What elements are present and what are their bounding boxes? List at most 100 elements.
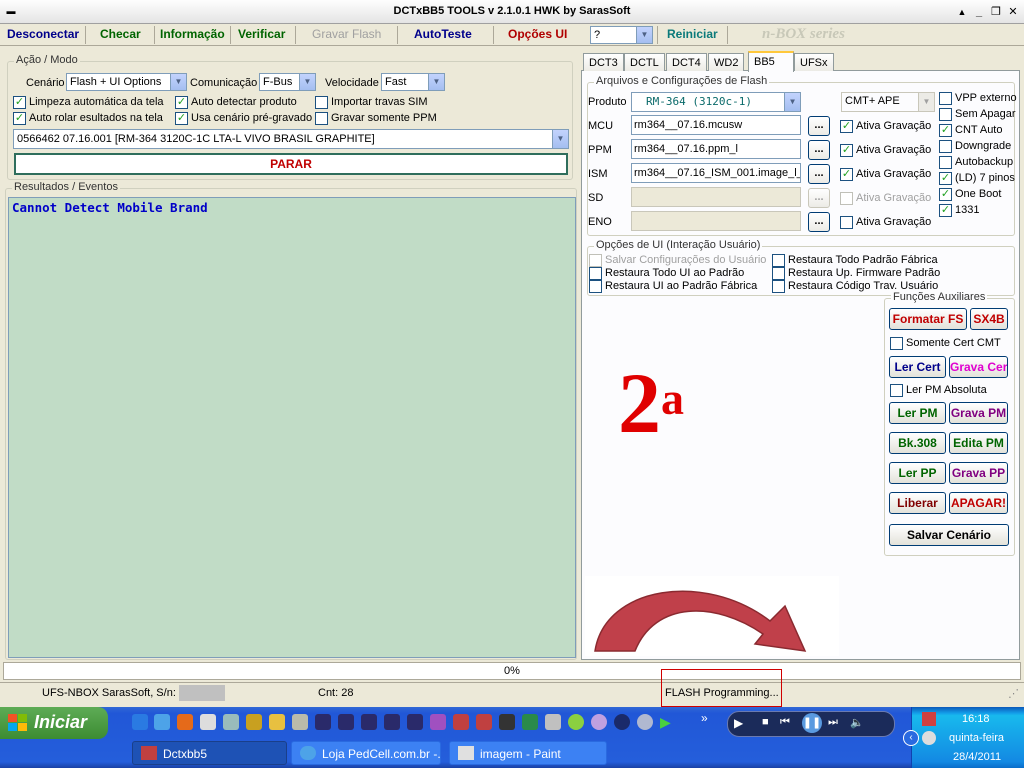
task-paint[interactable]: imagem - Paint (449, 741, 607, 765)
task-dctxbb5[interactable]: Dctxbb5 (132, 741, 287, 765)
motorola-icon[interactable] (614, 714, 630, 730)
restaura-todo-ui-checkbox[interactable]: Restaura Todo UI ao Padrão (589, 267, 744, 281)
autoteste-button[interactable]: AutoTeste (414, 27, 472, 41)
previous-icon[interactable]: ⏮ (780, 716, 790, 729)
ppm-ativa-checkbox[interactable]: ✓ Ativa Gravação (840, 144, 931, 158)
tab-wd2[interactable]: WD2 (708, 53, 745, 71)
network-icon[interactable] (476, 714, 492, 730)
settings-icon[interactable] (545, 714, 561, 730)
start-button[interactable]: Iniciar (0, 707, 108, 739)
produto-select[interactable]: RM-364 (3120c-1) ▼ (631, 92, 801, 112)
restaura-up-firmware-checkbox[interactable]: Restaura Up. Firmware Padrão (772, 267, 940, 281)
results-log[interactable]: Cannot Detect Mobile Brand (8, 197, 576, 658)
restore-button[interactable]: ❐ (989, 5, 1003, 19)
grava-cert-button[interactable]: Grava Cert (949, 356, 1008, 378)
gravar-flash-button[interactable]: Gravar Flash (312, 27, 381, 41)
mcu-field[interactable]: rm364__07.16.mcusw (631, 115, 801, 135)
ler-pm-absoluta-checkbox[interactable]: Ler PM Absoluta (890, 384, 987, 398)
stop-icon[interactable]: ■ (762, 716, 769, 728)
tab-dctl[interactable]: DCTL (624, 53, 665, 71)
reiniciar-button[interactable]: Reiniciar (667, 27, 718, 41)
shortcut-icon[interactable] (338, 714, 354, 730)
network-icon[interactable] (453, 714, 469, 730)
salvar-conf-checkbox[interactable]: Salvar Configurações do Usuário (589, 254, 766, 268)
volume-icon[interactable]: 🔈 (850, 716, 864, 729)
arrow-up-icon[interactable]: ▲ (955, 5, 969, 19)
salvar-cenario-button[interactable]: Salvar Cenário (889, 524, 1009, 546)
disc-icon[interactable] (591, 714, 607, 730)
comunicacao-select[interactable]: F-Bus ▼ (259, 73, 316, 91)
task-browser[interactable]: Loja PedCell.com.br -... (291, 741, 441, 765)
ie-icon[interactable] (132, 714, 148, 730)
grava-pm-button[interactable]: Grava PM (949, 402, 1008, 424)
tab-dct3[interactable]: DCT3 (583, 53, 624, 71)
tab-ufsx[interactable]: UFSx (794, 53, 834, 71)
app-icon[interactable] (223, 714, 239, 730)
limpeza-checkbox[interactable]: ✓ Limpeza automática da tela (13, 96, 164, 110)
pause-icon[interactable]: ❚❚ (802, 713, 822, 733)
browser-icon[interactable] (154, 714, 170, 730)
play-icon[interactable]: ▶ (734, 716, 743, 730)
auto-detectar-checkbox[interactable]: ✓ Auto detectar produto (175, 96, 297, 110)
users-icon[interactable] (246, 714, 262, 730)
sx4b-button[interactable]: SX4B (970, 308, 1008, 330)
bk308-button[interactable]: Bk.308 (889, 432, 946, 454)
informacao-button[interactable]: Informação (160, 27, 225, 41)
ld7-checkbox[interactable]: ✓ (LD) 7 pinos (939, 172, 1015, 186)
formatar-fs-button[interactable]: Formatar FS (889, 308, 967, 330)
shortcut-icon[interactable] (407, 714, 423, 730)
somente-cert-checkbox[interactable]: Somente Cert CMT (890, 337, 1001, 351)
n1331-checkbox[interactable]: ✓ 1331 (939, 204, 979, 218)
checar-button[interactable]: Checar (100, 27, 141, 41)
usa-cenario-checkbox[interactable]: ✓ Usa cenário pré-gravado (175, 112, 312, 126)
media-player-bar[interactable]: ▶ ■ ⏮ ❚❚ ⏭ 🔈 (727, 711, 895, 737)
firefox-icon[interactable] (177, 714, 193, 730)
desconectar-button[interactable]: Desconectar (7, 27, 79, 41)
eno-browse-button[interactable]: ... (808, 212, 830, 232)
liberar-button[interactable]: Liberar (889, 492, 946, 514)
device-icon[interactable] (499, 714, 515, 730)
autobackup-checkbox[interactable]: Autobackup (939, 156, 1013, 170)
eno-ativa-checkbox[interactable]: Ativa Gravação (840, 216, 931, 230)
next-icon[interactable]: ⏭ (828, 716, 838, 729)
monitor-icon[interactable] (522, 714, 538, 730)
restaura-ui-fabrica-checkbox[interactable]: Restaura UI ao Padrão Fábrica (589, 280, 757, 294)
help-select[interactable]: ? ▼ (590, 26, 653, 44)
product-select[interactable]: 0566462 07.16.001 [RM-364 3120C-1C LTA-L… (13, 129, 569, 149)
tab-dct4[interactable]: DCT4 (666, 53, 707, 71)
eno-field[interactable] (631, 211, 801, 231)
ism-ativa-checkbox[interactable]: ✓ Ativa Gravação (840, 168, 931, 182)
tray-app-icon[interactable] (922, 712, 936, 726)
gravar-ppm-checkbox[interactable]: Gravar somente PPM (315, 112, 437, 126)
importar-checkbox[interactable]: Importar travas SIM (315, 96, 428, 110)
ppm-browse-button[interactable]: ... (808, 140, 830, 160)
shortcut-icon[interactable] (361, 714, 377, 730)
cenario-select[interactable]: Flash + UI Options ▼ (66, 73, 187, 91)
play-icon[interactable]: ▶ (660, 714, 676, 730)
opcoes-ui-button[interactable]: Opções UI (508, 27, 567, 41)
ler-cert-button[interactable]: Ler Cert (889, 356, 946, 378)
tool-icon[interactable] (292, 714, 308, 730)
cnt-auto-checkbox[interactable]: ✓ CNT Auto (939, 124, 1003, 138)
sd-field[interactable] (631, 187, 801, 207)
ism-field[interactable]: rm364__07.16_ISM_001.image_l_ (631, 163, 801, 183)
shortcut-icon[interactable] (384, 714, 400, 730)
sd-browse-button[interactable]: ... (808, 188, 830, 208)
auto-rolar-checkbox[interactable]: ✓ Auto rolar esultados na tela (13, 112, 163, 126)
quicklaunch-chevron-icon[interactable]: » (701, 711, 708, 725)
close-button[interactable]: ✕ (1006, 5, 1020, 19)
clock-time[interactable]: 16:18 (962, 713, 990, 725)
tray-expand-icon[interactable]: ‹ (903, 730, 919, 746)
sd-ativa-checkbox[interactable]: Ativa Gravação (840, 192, 931, 206)
downgrade-checkbox[interactable]: Downgrade (939, 140, 1011, 154)
minimize-button[interactable]: _ (972, 5, 986, 19)
media-icon[interactable] (200, 714, 216, 730)
apagar-button[interactable]: APAGAR! (949, 492, 1008, 514)
check-circle-icon[interactable] (568, 714, 584, 730)
folder-icon[interactable] (269, 714, 285, 730)
gear-icon[interactable] (637, 714, 653, 730)
verificar-button[interactable]: Verificar (238, 27, 285, 41)
cmt-select[interactable]: CMT+ APE ▼ (841, 92, 935, 112)
ler-pm-button[interactable]: Ler PM (889, 402, 946, 424)
parar-button[interactable]: PARAR (14, 153, 568, 175)
